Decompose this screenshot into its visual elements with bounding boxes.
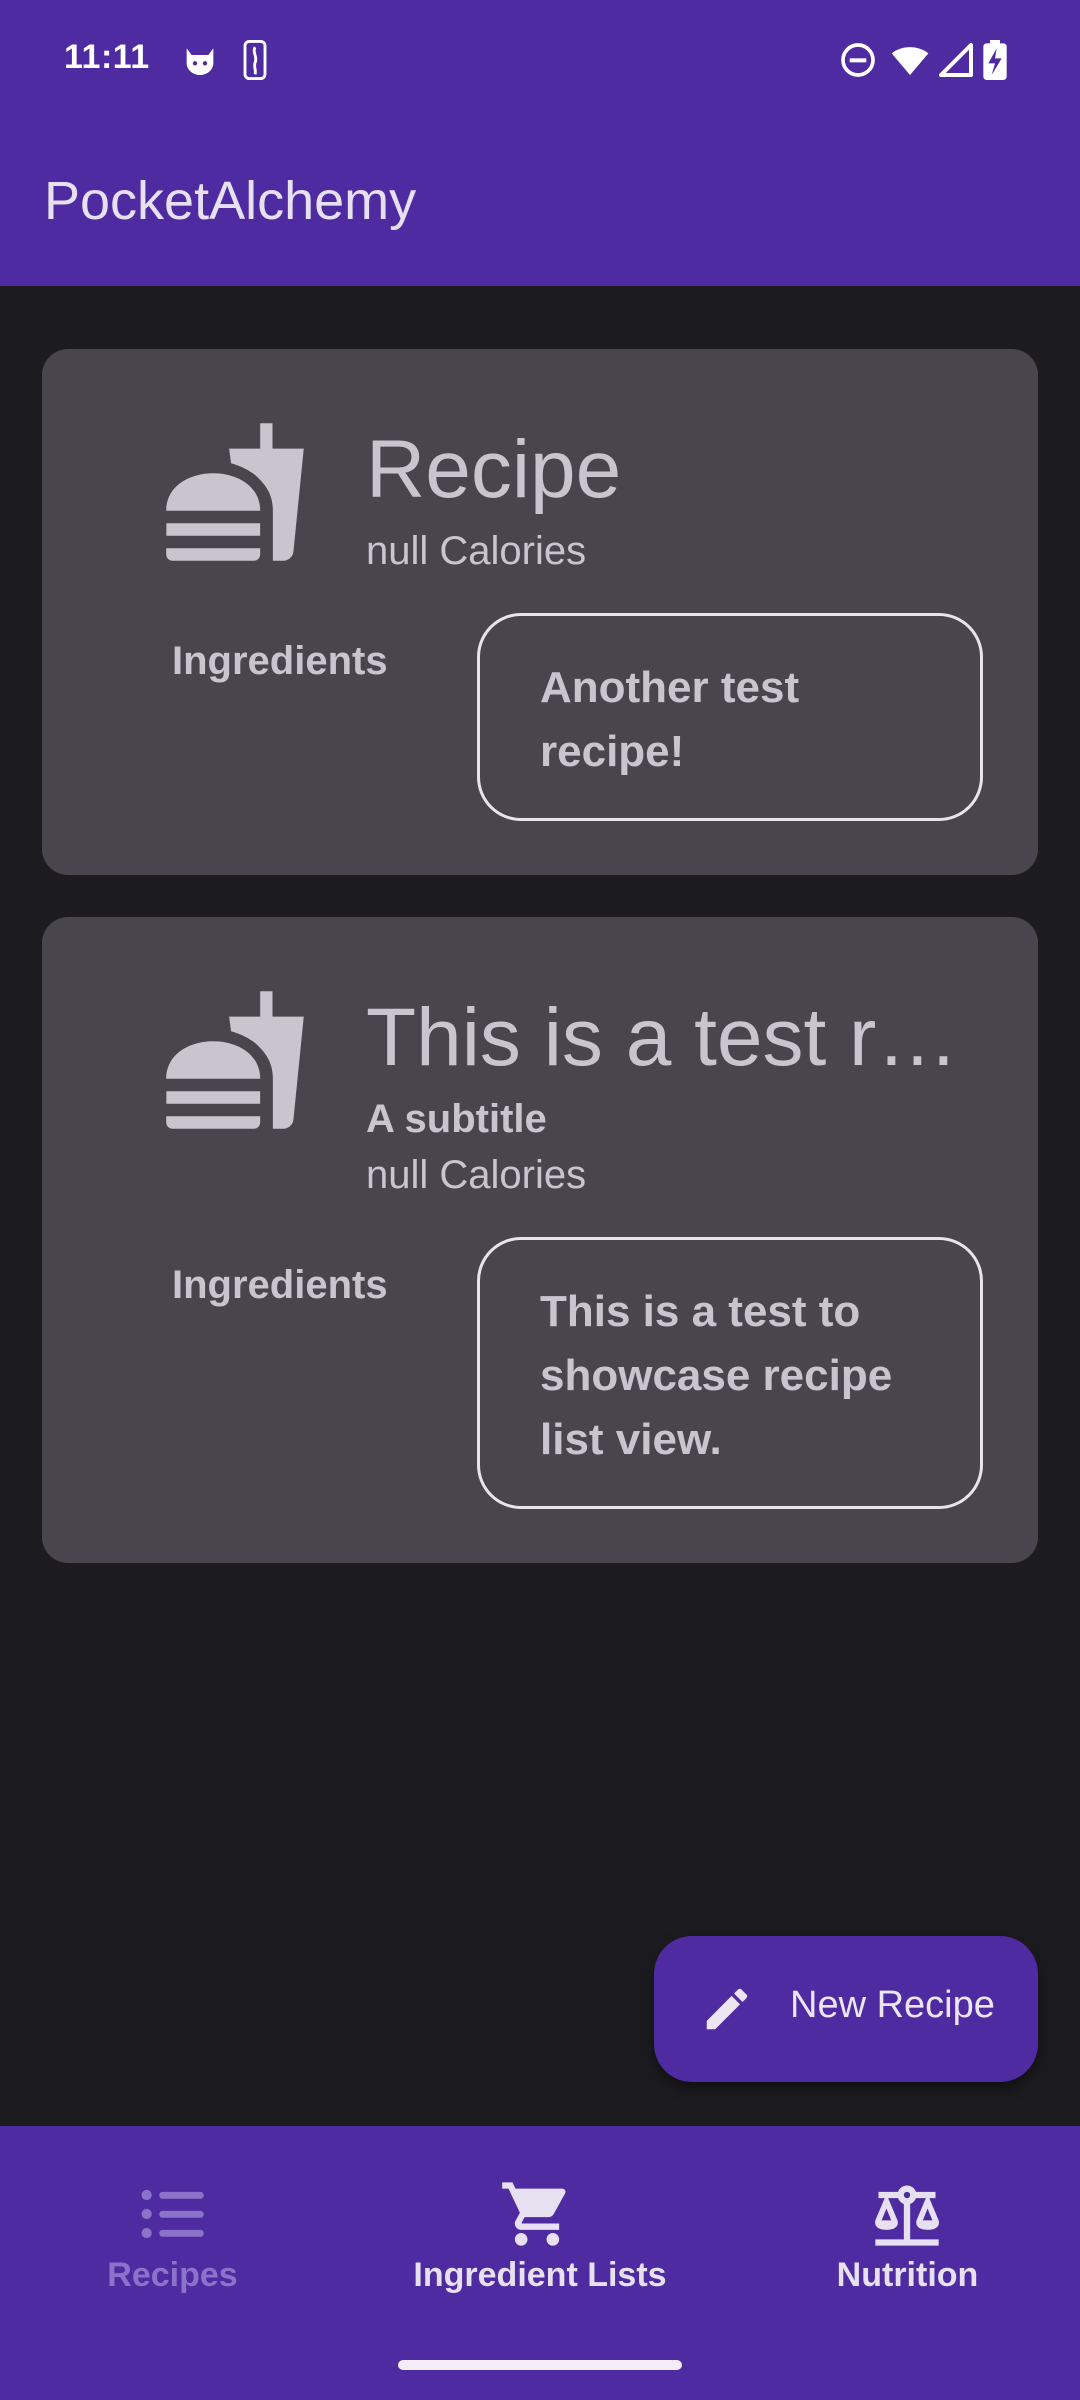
do-not-disturb-icon <box>841 43 875 77</box>
recipe-description-box: This is a test to showcase recipe list v… <box>477 1237 983 1509</box>
fastfood-icon <box>166 991 304 1129</box>
nav-label-recipes: Recipes <box>107 2256 238 2294</box>
scale-balance-icon <box>875 2185 940 2246</box>
shopping-cart-icon <box>502 2182 566 2246</box>
recipe-title: Recipe <box>366 424 622 515</box>
battery-charging-icon <box>983 40 1007 80</box>
cellular-signal-icon <box>939 43 973 77</box>
home-indicator[interactable] <box>398 2360 682 2370</box>
cat-face-icon <box>186 48 214 75</box>
pencil-icon <box>706 1988 748 2030</box>
bottom-navigation: Recipes Ingredient Lists Nutrition <box>0 2126 1080 2400</box>
recipe-description-box: Another test recipe! <box>477 613 983 821</box>
nav-label-ingredient-lists: Ingredient Lists <box>413 2256 667 2294</box>
recipe-title: This is a test r… <box>366 992 959 1083</box>
nav-label-nutrition: Nutrition <box>836 2256 979 2294</box>
recipe-calories: null Calories <box>366 1153 587 1197</box>
ingredients-label: Ingredients <box>172 1263 388 1307</box>
status-time: 11:11 <box>64 38 150 76</box>
app-title: PocketAlchemy <box>44 171 417 231</box>
new-recipe-label: New Recipe <box>790 1984 995 2026</box>
recipe-subtitle: A subtitle <box>366 1097 547 1141</box>
status-bar: 11:11 <box>0 0 1080 120</box>
nav-item-ingredient-lists[interactable]: Ingredient Lists <box>345 2126 735 2346</box>
recipe-description: Another test recipe! <box>540 663 800 776</box>
recipe-card[interactable]: Recipe null Calories Ingredients Another… <box>42 349 1038 875</box>
wifi-icon <box>891 47 929 75</box>
new-recipe-button[interactable]: New Recipe <box>654 1936 1038 2082</box>
ingredients-label: Ingredients <box>172 639 388 683</box>
nav-item-recipes[interactable]: Recipes <box>0 2126 345 2346</box>
recipe-description: This is a test to showcase recipe list v… <box>540 1287 893 1464</box>
list-icon <box>141 2189 204 2239</box>
recipe-calories: null Calories <box>366 529 587 573</box>
fastfood-icon <box>166 423 304 561</box>
recipe-card[interactable]: This is a test r… A subtitle null Calori… <box>42 917 1038 1563</box>
nav-item-nutrition[interactable]: Nutrition <box>735 2126 1080 2346</box>
nba-logo-icon <box>243 40 267 80</box>
